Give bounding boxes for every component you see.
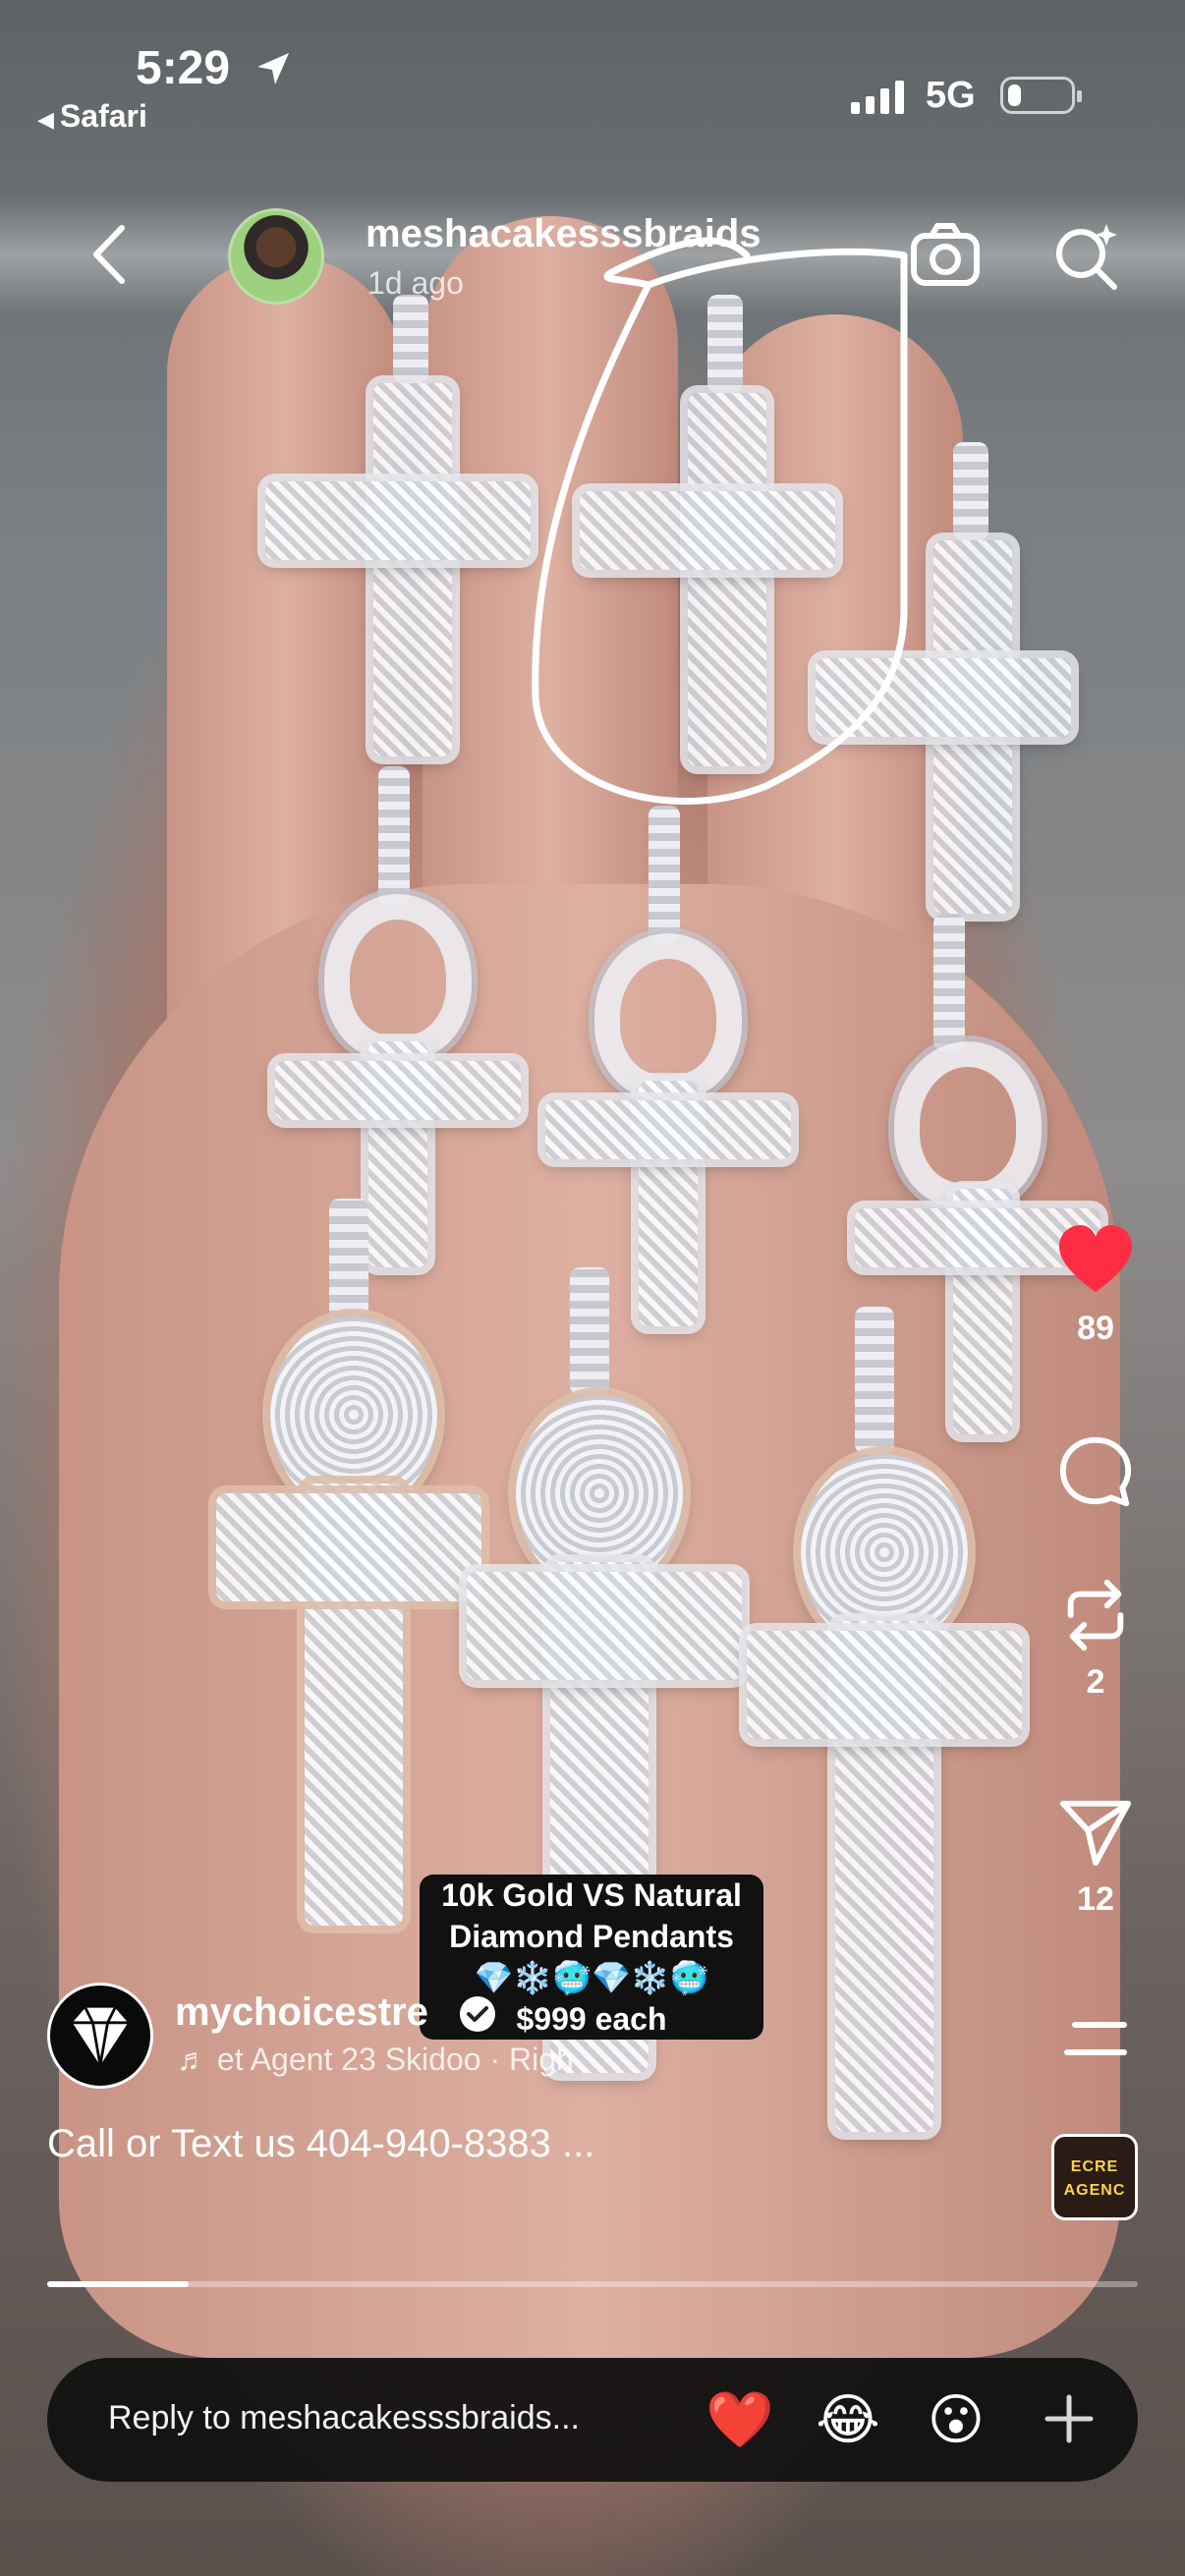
- share-action[interactable]: 12: [1042, 1794, 1150, 1919]
- status-bar: 5:29 ◀ Safari 5G: [0, 0, 1185, 138]
- reaction-heart[interactable]: ❤️: [704, 2383, 776, 2456]
- audio-thumbnail[interactable]: ECRE AGENC: [1051, 2134, 1138, 2220]
- reaction-laugh[interactable]: 😂: [812, 2383, 884, 2456]
- audio-thumb-line: AGENC: [1063, 2182, 1126, 2199]
- diamond-logo-icon: [72, 2007, 129, 2066]
- signal-icon: [851, 79, 904, 114]
- audio-thumb-line: ECRE: [1070, 2158, 1119, 2175]
- repost-icon: [1067, 1579, 1124, 1652]
- music-title: et Agent 23 Skidoo · Righ: [216, 2042, 574, 2077]
- back-chevron-icon[interactable]: [85, 220, 134, 289]
- location-arrow-icon: [257, 53, 289, 84]
- share-count: 12: [1077, 1880, 1114, 1918]
- story-progress-bar: [47, 2281, 1138, 2287]
- reply-bar: Reply to meshacakesssbraids... ❤️ 😂 😮: [47, 2358, 1138, 2482]
- status-time: 5:29: [136, 42, 231, 94]
- story-header: meshacakesssbraids 1d ago: [0, 196, 1185, 324]
- reply-input[interactable]: Reply to meshacakesssbraids...: [108, 2399, 580, 2437]
- music-note-icon: ♬: [177, 2042, 217, 2077]
- battery-icon: [1000, 77, 1082, 114]
- story-avatar[interactable]: [228, 208, 324, 305]
- like-action[interactable]: 89: [1042, 1223, 1150, 1348]
- menu-icon[interactable]: [1061, 2019, 1130, 2058]
- story-progress-fill: [47, 2281, 190, 2287]
- back-app-label: Safari: [59, 98, 147, 134]
- post-caption[interactable]: Call or Text us 404-940-8383 ...: [47, 2122, 594, 2166]
- author-name[interactable]: mychoicestre: [175, 1990, 428, 2035]
- heart-icon: [1058, 1224, 1133, 1293]
- price-sticker: 10k Gold VS Natural Diamond Pendants 💎❄️…: [375, 1875, 808, 2040]
- like-count: 89: [1077, 1310, 1114, 1347]
- comment-action[interactable]: [1042, 1434, 1150, 1511]
- battery-fill: [1008, 84, 1021, 106]
- story-username[interactable]: meshacakesssbraids: [366, 212, 762, 256]
- send-icon: [1059, 1800, 1132, 1867]
- comment-icon: [1059, 1436, 1132, 1507]
- plus-icon[interactable]: [1036, 2385, 1102, 2452]
- back-to-app[interactable]: ◀ Safari: [37, 98, 147, 135]
- sticker-line: 💎❄️🥶💎❄️🥶: [474, 1960, 709, 1995]
- story-time-ago: 1d ago: [367, 265, 464, 301]
- network-type: 5G: [926, 75, 976, 116]
- repost-count: 2: [1086, 1663, 1105, 1701]
- back-triangle-icon: ◀: [37, 107, 54, 132]
- repost-action[interactable]: 2: [1042, 1577, 1150, 1702]
- camera-icon[interactable]: [908, 218, 983, 293]
- drawing-scribble: [532, 237, 908, 806]
- music-line[interactable]: ♬ et Agent 23 Skidoo · Righ: [177, 2042, 574, 2078]
- verified-icon: [460, 1996, 495, 2032]
- sparkle-search-icon[interactable]: [1049, 218, 1124, 293]
- author-avatar[interactable]: [47, 1983, 153, 2089]
- reaction-wow[interactable]: 😮: [920, 2383, 992, 2456]
- sticker-line: 10k Gold VS Natural: [441, 1877, 742, 1913]
- sticker-line: Diamond Pendants: [449, 1919, 734, 1954]
